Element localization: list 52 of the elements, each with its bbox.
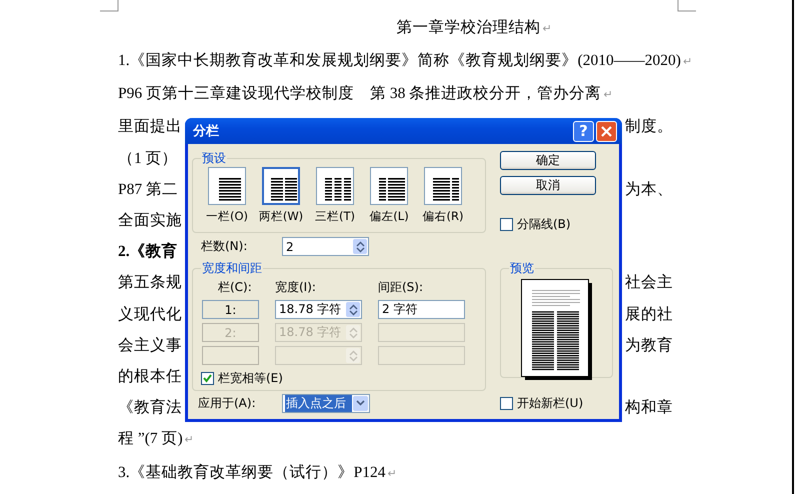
document-text: 第五条规 [118, 274, 182, 292]
dialog-title: 分栏 [193, 123, 220, 140]
checkbox-label: 开始新栏(U) [517, 394, 584, 412]
group-label: 宽度和间距 [201, 260, 263, 277]
document-text: 为教育 [625, 336, 674, 356]
column-number-field: 2: [202, 323, 259, 342]
preset-label: 一栏(O) [206, 209, 248, 224]
field-label: 栏数(N): [201, 238, 248, 255]
dialog-button[interactable]: 取消 [500, 176, 596, 195]
group-label: 预设 [201, 150, 227, 167]
document-text: 展的社 [625, 304, 674, 325]
spacing-field[interactable]: 2 字符 [378, 300, 465, 319]
group-label: 预览 [509, 260, 535, 277]
document-text: 1.《国家中长期教育改革和发展规划纲要》简称《教育规划纲要》(2010——2020) [118, 52, 681, 69]
column-number-field: 1: [202, 300, 259, 319]
document-text: （1 页） [118, 150, 178, 167]
checkbox-label: 栏宽相等(E) [218, 370, 283, 387]
paragraph-mark: ↵ [542, 23, 552, 35]
document-text: 《教育法 [118, 399, 182, 416]
document-heading: 第一章学校治理结构 [396, 19, 540, 36]
paragraph-mark: ↵ [682, 56, 692, 68]
document-text: 为本、 [625, 180, 674, 200]
document-text: P87 第二 [118, 180, 178, 198]
preset-label: 偏左(L) [369, 209, 409, 224]
document-text: 社会主 [625, 272, 674, 294]
paragraph-mark: ↵ [184, 434, 194, 446]
document-text: 义现代化 [118, 306, 182, 323]
document-text: 里面提出 [118, 118, 182, 136]
spin-field[interactable]: 2 [282, 237, 369, 256]
document-text: 3.《基础教育改革纲要（试行）》P124 [118, 464, 386, 481]
document-text: 程 ”(7 页) [118, 430, 183, 448]
column-header: 栏(C): [217, 279, 253, 296]
paragraph-mark: ↵ [603, 89, 612, 102]
document-text: 的根本任 [118, 368, 182, 386]
width-field[interactable]: 18.78 字符 [275, 300, 362, 319]
column-header: 间距(S): [378, 279, 424, 296]
help-button[interactable]: ? [573, 120, 594, 142]
apply-to-dropdown[interactable]: 插入点之后 [282, 394, 370, 412]
preset-label: 两栏(W) [258, 209, 304, 224]
paragraph-mark: ↵ [388, 468, 396, 480]
document-text: 2.《教育 [118, 243, 178, 260]
document-text: P96 页第十三章建设现代学校制度 第 38 条推进政校分开，管办分离 [118, 85, 602, 102]
document-text: 全面实施 [118, 212, 182, 230]
preset-label: 三栏(T) [315, 209, 355, 224]
dialog-button[interactable]: 确定 [500, 151, 596, 170]
document-text: 会主义事 [118, 336, 182, 354]
column-header: 宽度(I): [275, 279, 317, 296]
preset-label: 偏右(R) [422, 209, 464, 224]
document-text: 制度。 [625, 117, 674, 138]
document-text: 构和章 [625, 398, 674, 418]
checkbox-label: 分隔线(B) [517, 216, 571, 233]
field-label: 应用于(A): [198, 394, 257, 412]
